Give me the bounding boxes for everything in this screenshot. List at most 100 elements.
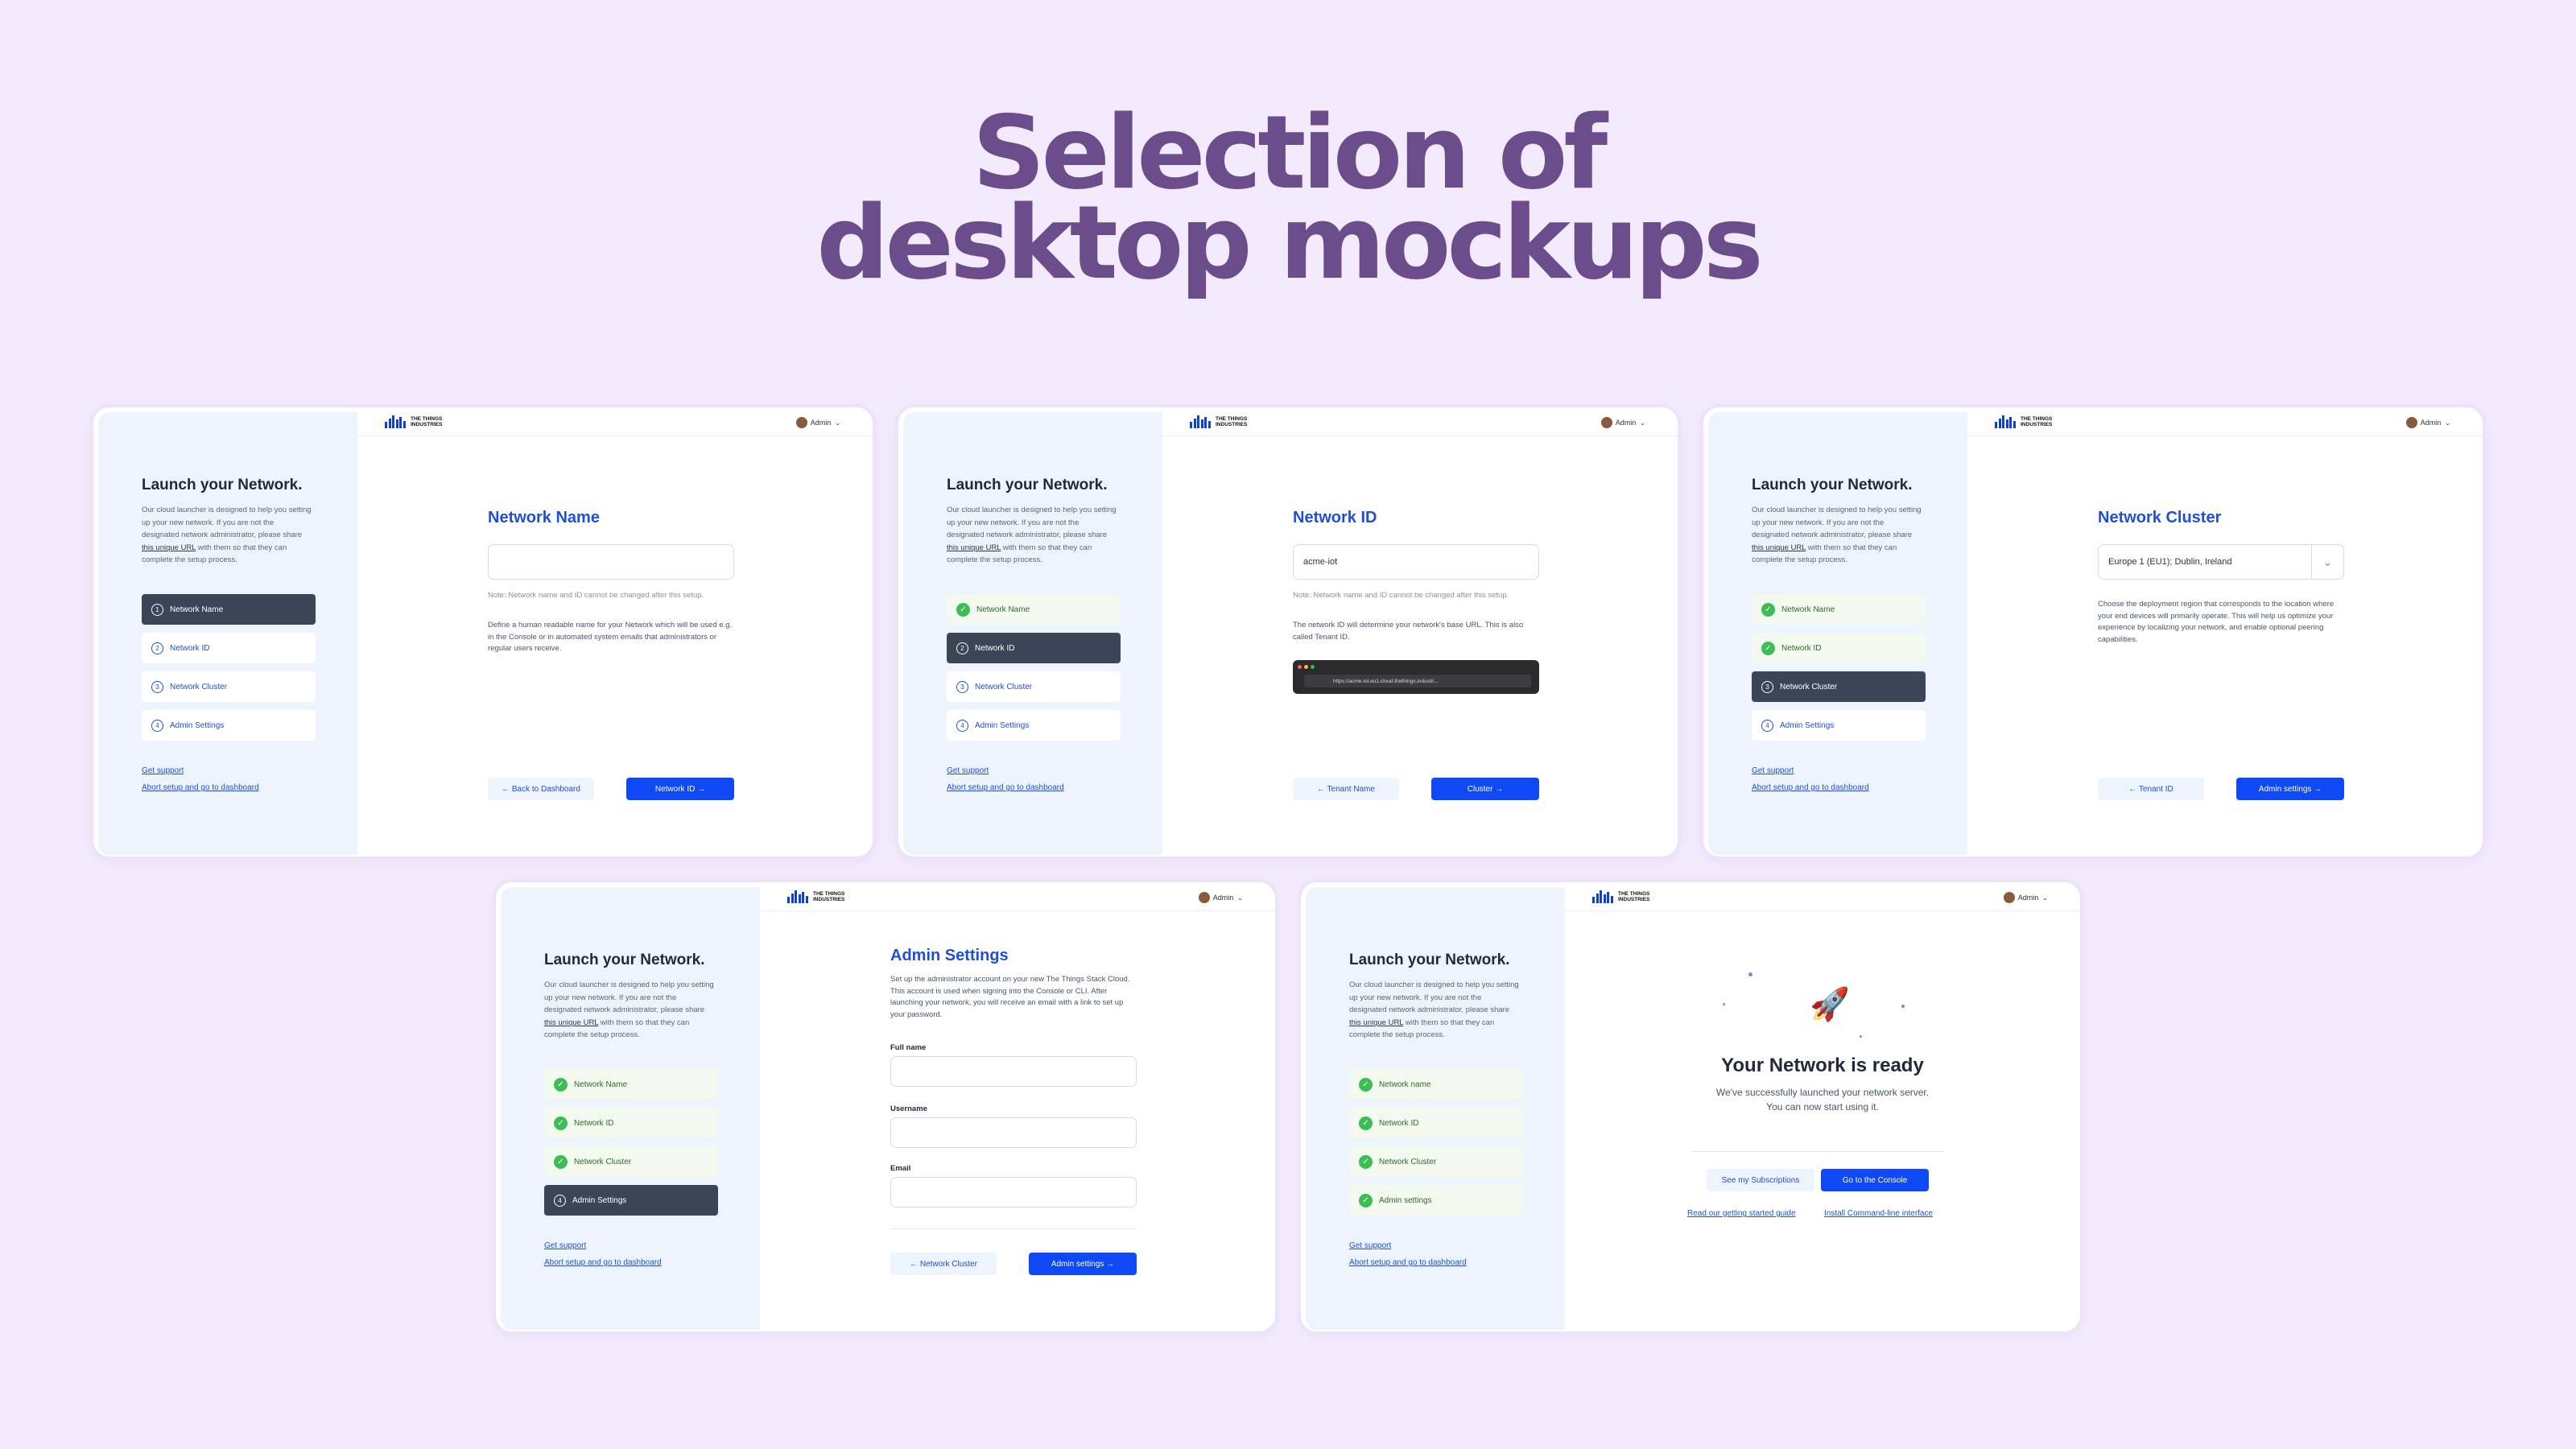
user-name: Admin bbox=[2420, 419, 2442, 427]
logo-bars-icon bbox=[787, 890, 809, 903]
abort-setup-link[interactable]: Abort setup and go to dashboard bbox=[1752, 783, 1869, 792]
step-label: Admin Settings bbox=[1780, 720, 1835, 730]
abort-setup-link[interactable]: Abort setup and go to dashboard bbox=[947, 783, 1064, 792]
sidebar-description: Our cloud launcher is designed to help y… bbox=[544, 980, 714, 1039]
step-label: Network name bbox=[1379, 1080, 1431, 1089]
check-circle-icon: ✓ bbox=[1359, 1193, 1373, 1208]
step-admin-settings[interactable]: 4 Admin Settings bbox=[544, 1185, 718, 1216]
back-network-cluster-button[interactable]: ← Network Cluster bbox=[890, 1253, 997, 1275]
next-cluster-button[interactable]: Cluster → bbox=[1431, 778, 1539, 800]
chevron-down-icon: ⌄ bbox=[2311, 545, 2343, 579]
network-name-input[interactable] bbox=[488, 544, 734, 580]
user-menu[interactable]: Admin ⌄ bbox=[2405, 417, 2450, 428]
next-network-id-button[interactable]: Network ID → bbox=[626, 778, 734, 800]
user-menu[interactable]: Admin ⌄ bbox=[1198, 892, 1243, 903]
get-support-link[interactable]: Get support bbox=[1752, 766, 1794, 775]
next-admin-settings-button[interactable]: Admin settings → bbox=[2236, 778, 2344, 800]
full-name-input[interactable] bbox=[890, 1056, 1137, 1087]
install-cli-link[interactable]: Install Command-line interface bbox=[1824, 1209, 1933, 1218]
back-tenant-id-button[interactable]: ← Tenant ID bbox=[2098, 778, 2204, 800]
avatar bbox=[1600, 417, 1612, 428]
sidebar-title: Launch your Network. bbox=[1752, 477, 1913, 493]
step-network-name[interactable]: ✓ Network name bbox=[1349, 1069, 1523, 1100]
unique-url-link[interactable]: this unique URL bbox=[1349, 1018, 1403, 1027]
avatar bbox=[2405, 417, 2417, 428]
step-number: 4 bbox=[1761, 719, 1773, 732]
sidebar: Launch your Network. Our cloud launcher … bbox=[501, 887, 760, 1330]
step-network-id[interactable]: ✓ Network ID bbox=[544, 1108, 718, 1138]
step-network-id[interactable]: ✓ Network ID bbox=[1349, 1108, 1523, 1138]
sidebar-title: Launch your Network. bbox=[544, 952, 705, 968]
logo-text: THE THINGS INDUSTRIES bbox=[1216, 416, 1248, 427]
form-note: Note: Network name and ID cannot be chan… bbox=[488, 591, 704, 600]
unique-url-link[interactable]: this unique URL bbox=[544, 1018, 598, 1027]
abort-setup-link[interactable]: Abort setup and go to dashboard bbox=[142, 783, 259, 792]
get-support-link[interactable]: Get support bbox=[947, 766, 989, 775]
step-network-id[interactable]: 2 Network ID bbox=[947, 633, 1121, 663]
form-panel: Network Cluster Europe 1 (EU1); Dublin, … bbox=[2098, 407, 2347, 857]
mockup-network-id: Launch your Network. Our cloud launcher … bbox=[895, 404, 1681, 860]
step-label: Network Cluster bbox=[975, 682, 1033, 691]
form-title: Network ID bbox=[1293, 509, 1377, 526]
see-subscriptions-button[interactable]: See my Subscriptions bbox=[1707, 1169, 1814, 1191]
step-label: Network Cluster bbox=[170, 682, 228, 691]
back-to-dashboard-button[interactable]: ← Back to Dashboard bbox=[488, 778, 594, 800]
step-network-cluster[interactable]: ✓ Network Cluster bbox=[544, 1146, 718, 1177]
step-number: 3 bbox=[956, 680, 968, 693]
step-network-cluster[interactable]: ✓ Network Cluster bbox=[1349, 1146, 1523, 1177]
get-support-link[interactable]: Get support bbox=[142, 766, 184, 775]
avatar bbox=[1198, 892, 1210, 903]
step-admin-settings[interactable]: ✓ Admin settings bbox=[1349, 1185, 1523, 1216]
browser-url-preview: https://acme-iot.eu1.cloud.thethings.ind… bbox=[1293, 660, 1539, 694]
step-label: Admin settings bbox=[1379, 1195, 1432, 1205]
sidebar-title: Launch your Network. bbox=[947, 477, 1108, 493]
get-support-link[interactable]: Get support bbox=[544, 1241, 586, 1250]
unique-url-link[interactable]: this unique URL bbox=[947, 543, 1001, 552]
user-menu[interactable]: Admin ⌄ bbox=[795, 417, 840, 428]
step-network-name[interactable]: ✓ Network Name bbox=[544, 1069, 718, 1100]
step-number: 4 bbox=[554, 1194, 566, 1207]
step-network-cluster[interactable]: 3 Network Cluster bbox=[142, 671, 316, 702]
check-circle-icon: ✓ bbox=[554, 1077, 568, 1092]
step-label: Network Name bbox=[976, 605, 1030, 614]
unique-url-link[interactable]: this unique URL bbox=[1752, 543, 1806, 552]
cluster-select[interactable]: Europe 1 (EU1); Dublin, Ireland ⌄ bbox=[2098, 544, 2344, 580]
step-network-id[interactable]: 2 Network ID bbox=[142, 633, 316, 663]
ready-divider bbox=[1690, 1151, 1945, 1152]
get-support-link[interactable]: Get support bbox=[1349, 1241, 1391, 1250]
back-tenant-name-button[interactable]: ← Tenant Name bbox=[1293, 778, 1399, 800]
step-admin-settings[interactable]: 4 Admin Settings bbox=[142, 710, 316, 741]
go-to-console-button[interactable]: Go to the Console bbox=[1821, 1169, 1929, 1191]
step-network-id[interactable]: ✓ Network ID bbox=[1752, 633, 1926, 663]
chevron-down-icon: ⌄ bbox=[2445, 419, 2450, 427]
step-network-name[interactable]: ✓ Network Name bbox=[947, 594, 1121, 625]
brand-logo[interactable]: THE THINGS INDUSTRIES bbox=[1995, 415, 2059, 428]
step-number: 3 bbox=[151, 680, 163, 693]
step-label: Network Cluster bbox=[574, 1157, 632, 1166]
page-title-line-2: desktop mockups bbox=[816, 184, 1764, 302]
user-menu[interactable]: Admin ⌄ bbox=[1600, 417, 1645, 428]
email-input[interactable] bbox=[890, 1177, 1137, 1208]
unique-url-link[interactable]: this unique URL bbox=[142, 543, 196, 552]
step-admin-settings[interactable]: 4 Admin Settings bbox=[1752, 710, 1926, 741]
rocket-icon: 🚀 bbox=[1810, 987, 1850, 1022]
window-controls bbox=[1298, 665, 1317, 669]
step-network-cluster[interactable]: 3 Network Cluster bbox=[1752, 671, 1926, 702]
step-network-name[interactable]: ✓ Network Name bbox=[1752, 594, 1926, 625]
brand-logo[interactable]: THE THINGS INDUSTRIES bbox=[787, 890, 852, 903]
brand-logo[interactable]: THE THINGS INDUSTRIES bbox=[385, 415, 449, 428]
step-list: ✓ Network name ✓ Network ID ✓ Network Clust… bbox=[1349, 1069, 1523, 1224]
getting-started-link[interactable]: Read our getting started guide bbox=[1687, 1209, 1796, 1218]
abort-setup-link[interactable]: Abort setup and go to dashboard bbox=[1349, 1258, 1467, 1267]
step-admin-settings[interactable]: 4 Admin Settings bbox=[947, 710, 1121, 741]
username-input[interactable] bbox=[890, 1117, 1137, 1148]
step-network-name[interactable]: 1 Network Name bbox=[142, 594, 316, 625]
brand-logo[interactable]: THE THINGS INDUSTRIES bbox=[1190, 415, 1254, 428]
step-network-cluster[interactable]: 3 Network Cluster bbox=[947, 671, 1121, 702]
network-id-input[interactable]: acme-iot bbox=[1293, 544, 1539, 580]
abort-setup-link[interactable]: Abort setup and go to dashboard bbox=[544, 1258, 662, 1267]
submit-admin-settings-button[interactable]: Admin settings → bbox=[1029, 1253, 1137, 1275]
ready-subtitle: We've successfully launched your network… bbox=[1715, 1087, 1930, 1113]
mockup-network-cluster: Launch your Network. Our cloud launcher … bbox=[1700, 404, 2486, 860]
step-label: Network ID bbox=[1781, 643, 1822, 653]
